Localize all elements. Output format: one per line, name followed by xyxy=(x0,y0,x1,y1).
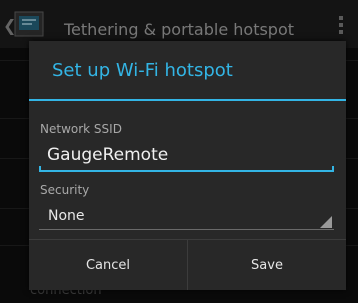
security-spinner[interactable]: None xyxy=(39,202,334,230)
ssid-label: Network SSID xyxy=(40,122,122,136)
security-label: Security xyxy=(40,183,90,197)
wifi-hotspot-dialog: Set up Wi-Fi hotspot Network SSID Securi… xyxy=(29,41,346,290)
spinner-arrow-icon xyxy=(320,216,332,228)
dialog-button-bar: Cancel Save xyxy=(29,239,346,290)
ssid-underline-tick xyxy=(332,166,334,171)
save-button[interactable]: Save xyxy=(188,240,346,290)
spinner-underline xyxy=(39,229,334,230)
cancel-button[interactable]: Cancel xyxy=(29,240,187,290)
ssid-underline xyxy=(39,170,334,172)
title-divider xyxy=(29,99,346,101)
dialog-title: Set up Wi-Fi hotspot xyxy=(52,60,233,81)
ssid-underline-tick xyxy=(39,166,41,171)
ssid-input[interactable] xyxy=(39,139,334,171)
screen: ❮ Tethering & portable hotspot connectio… xyxy=(0,0,358,303)
security-selected-value: None xyxy=(48,208,85,224)
